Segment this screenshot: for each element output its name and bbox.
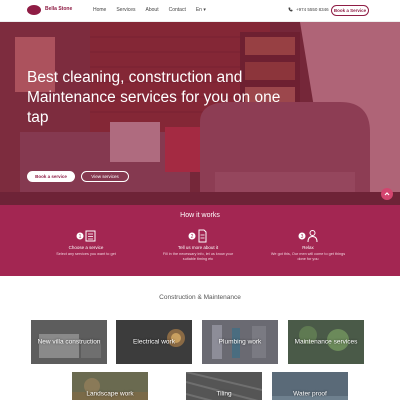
service-tile-tiling[interactable]: Tiling [186, 372, 262, 400]
brand-name[interactable]: Bella Stone [45, 6, 72, 12]
service-tile-maintenance[interactable]: Maintenance services [288, 320, 364, 364]
list-card-icon: 1 [76, 230, 96, 242]
book-a-service-button[interactable]: Book a service [27, 171, 75, 182]
scroll-top-button[interactable] [381, 188, 393, 200]
main-nav: Home Services About Contact En ▾ [93, 7, 206, 13]
step-description: Select any services you want to get [56, 252, 116, 256]
step-title: Choose a service [68, 245, 104, 250]
step-title: Relax [302, 245, 314, 250]
nav-home[interactable]: Home [93, 7, 106, 13]
step-description: We got this, Our men will come to get th… [270, 252, 346, 261]
service-tile-landscape[interactable]: Landscape work [72, 372, 148, 400]
book-service-button[interactable]: Book a Service [331, 5, 369, 16]
brand-logo-icon[interactable] [27, 5, 41, 15]
services-section-title: Construction & Maintenance [159, 294, 241, 301]
step-choose-service: 1 Choose a service Select any services y… [46, 229, 126, 257]
svg-text:1: 1 [79, 234, 82, 240]
phone-number: +974 5550 8346 [296, 7, 329, 12]
how-it-works-section: How it works 1 Choose a service Select a… [0, 205, 400, 276]
language-dropdown[interactable]: En ▾ [196, 7, 206, 13]
tile-label: Tiling [216, 390, 232, 398]
step-relax: 3 Relax We got this, Our men will come t… [268, 229, 348, 262]
site-header: Bella Stone Home Services About Contact … [0, 0, 400, 22]
view-services-button[interactable]: View services [81, 171, 129, 182]
service-tile-electrical[interactable]: Electrical work [116, 320, 192, 364]
worker-icon: 3 [298, 230, 318, 243]
step-description: Fill in the necessary info, let us know … [162, 252, 234, 261]
tile-label: Landscape work [86, 390, 134, 398]
step-tell-us-more: 2 Tell us more about it Fill in the nece… [158, 229, 238, 262]
hero-title-part1: Best [27, 69, 63, 86]
service-tile-plumbing[interactable]: Plumbing work [202, 320, 278, 364]
nav-contact[interactable]: Contact [169, 7, 186, 13]
svg-text:2: 2 [191, 234, 194, 240]
how-it-works-title: How it works [180, 212, 220, 219]
tile-label: Plumbing work [218, 338, 262, 346]
nav-services[interactable]: Services [116, 7, 135, 13]
hero-section: Best cleaning, construction and Maintena… [0, 22, 400, 205]
step-title: Tell us more about it [177, 245, 219, 250]
hero-heading: Best cleaning, construction and Maintena… [27, 68, 287, 128]
tile-label: Water proof [293, 390, 327, 398]
phone-contact[interactable]: +974 5550 8346 [288, 7, 329, 12]
tile-label: Maintenance services [294, 338, 358, 346]
services-section: Construction & Maintenance New villa con… [0, 276, 400, 400]
phone-icon [288, 7, 293, 12]
document-icon: 2 [188, 229, 207, 243]
chevron-up-icon [384, 192, 390, 196]
nav-about[interactable]: About [146, 7, 159, 13]
tile-label: New villa construction [37, 338, 101, 346]
service-tile-waterproof[interactable]: Water proof [272, 372, 348, 400]
svg-text:3: 3 [301, 234, 304, 240]
tile-label: Electrical work [133, 338, 175, 346]
service-tile-villa[interactable]: New villa construction [31, 320, 107, 364]
